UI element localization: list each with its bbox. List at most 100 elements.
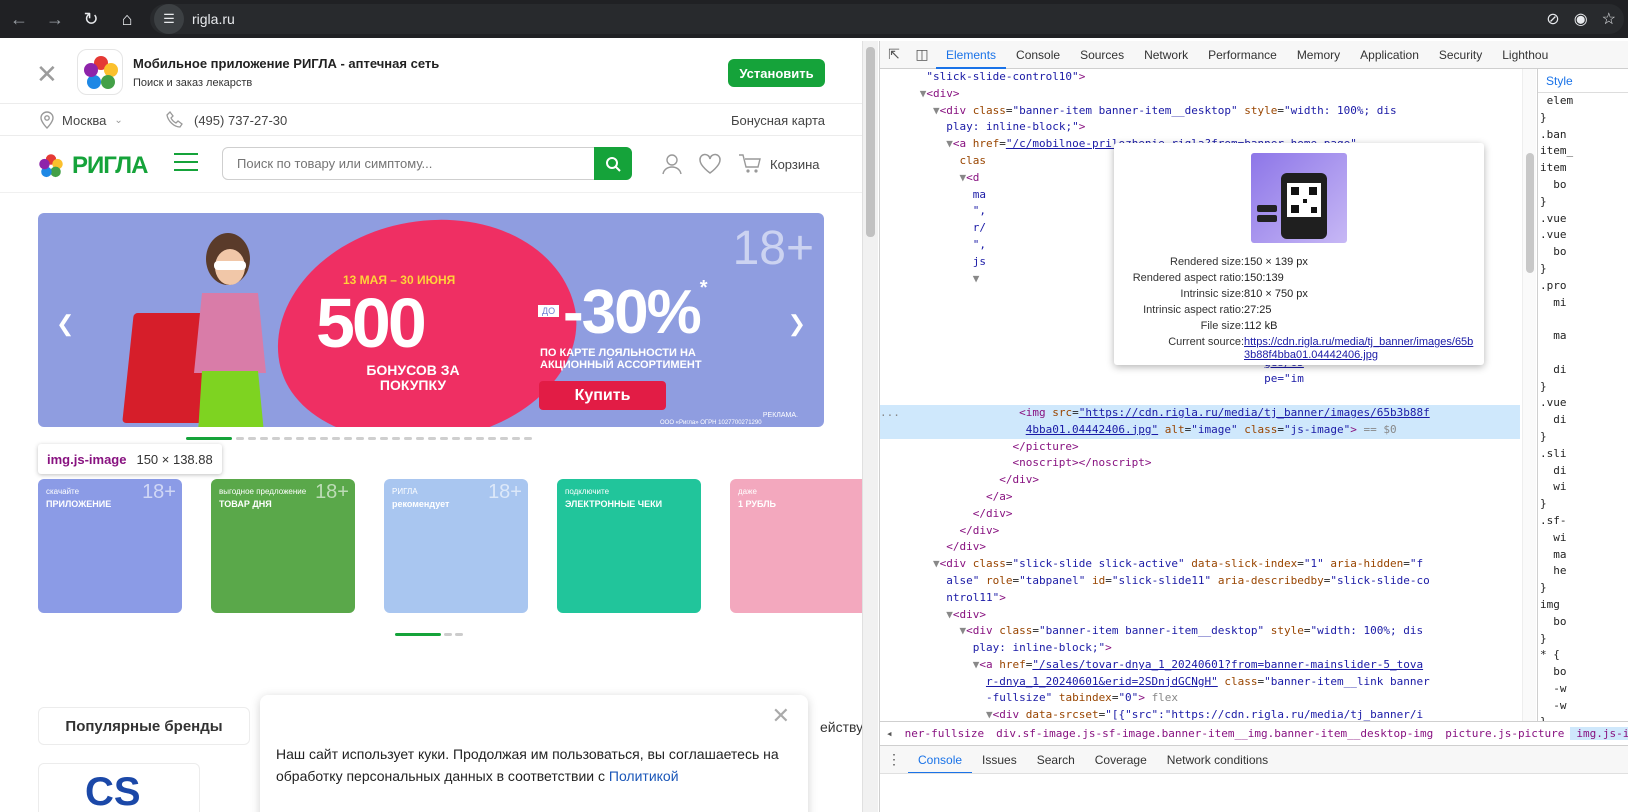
pagination-dot[interactable] (332, 437, 340, 440)
eye-off-icon[interactable]: ⊘ (1546, 9, 1559, 29)
phone-number[interactable]: (495) 737-27-30 (194, 113, 287, 128)
banner-bonus-number: 500 (316, 284, 427, 362)
pagination-dot[interactable] (428, 437, 436, 440)
promo-tile[interactable]: РИГЛА рекомендует 18+ (384, 479, 528, 613)
site-logo[interactable]: РИГЛА (36, 151, 148, 181)
menu-burger-icon[interactable] (174, 153, 198, 171)
brand-logo-text: CS (85, 770, 141, 812)
drawer-tab[interactable]: Console (908, 746, 973, 774)
search-button[interactable] (594, 147, 632, 180)
search-input[interactable] (223, 148, 594, 179)
devtools-tab[interactable]: Lighthou (1492, 41, 1558, 69)
promo-tile[interactable]: даже 1 РУБЛЬ (730, 479, 862, 613)
pagination-dot[interactable] (440, 437, 448, 440)
tracking-icon[interactable]: ◉ (1574, 9, 1588, 29)
cart-label[interactable]: Корзина (770, 157, 820, 172)
console-drawer (880, 773, 1628, 812)
pagination-dot[interactable] (248, 437, 256, 440)
pagination-dot[interactable] (308, 437, 316, 440)
pagination-dot[interactable] (500, 437, 508, 440)
page-scrollbar[interactable] (862, 41, 878, 812)
url-text[interactable]: rigla.ru (192, 11, 235, 27)
drawer-tab[interactable]: Coverage (1085, 746, 1157, 774)
banner-buy-button[interactable]: Купить (539, 381, 666, 410)
phone-link[interactable]: (495) 737-27-30 (166, 111, 287, 129)
pagination-dot[interactable] (512, 437, 520, 440)
city-label[interactable]: Москва (62, 113, 106, 128)
devtools-tab[interactable]: Console (1006, 41, 1070, 69)
breadcrumb-item[interactable]: img.js-image (1570, 727, 1628, 740)
more-tools-icon[interactable]: ⋮ (880, 751, 908, 768)
devtools-tab[interactable]: Application (1350, 41, 1429, 69)
rendered-size-value: 150 × 139 px (1244, 256, 1308, 268)
address-bar[interactable]: ☰ rigla.ru ⊘ ◉ ☆ (150, 4, 1624, 34)
pagination-dot[interactable] (344, 437, 352, 440)
promo-tile[interactable]: подключите ЭЛЕКТРОННЫЕ ЧЕКИ (557, 479, 701, 613)
devtools-tab[interactable]: Memory (1287, 41, 1350, 69)
breadcrumb-item[interactable]: ner-fullsize (899, 727, 990, 740)
popular-brands-tab[interactable]: Популярные бренды (38, 707, 250, 745)
home-icon[interactable]: ⌂ (110, 2, 144, 36)
brands-right-text[interactable]: ействую (820, 719, 862, 735)
pagination-dot[interactable] (524, 437, 532, 440)
phone-icon (166, 111, 183, 128)
pagination-dot[interactable] (320, 437, 328, 440)
heart-icon[interactable] (698, 153, 722, 175)
site-info-icon[interactable]: ☰ (154, 4, 184, 34)
bonus-card-link[interactable]: Бонусная карта (731, 113, 825, 128)
reload-icon[interactable]: ↻ (74, 2, 108, 36)
pagination-dot[interactable] (260, 437, 268, 440)
pagination-dot[interactable] (186, 437, 232, 440)
cookie-body: Наш сайт использует куки. Продолжая им п… (276, 746, 779, 784)
breadcrumb-scroll-left-icon[interactable]: ◂ (880, 727, 899, 740)
devtools-tab[interactable]: Network (1134, 41, 1198, 69)
pagination-dot[interactable] (416, 437, 424, 440)
elements-scrollbar[interactable] (1522, 69, 1536, 737)
device-toolbar-icon[interactable]: ◫ (908, 46, 936, 63)
forward-icon[interactable]: → (38, 2, 72, 36)
breadcrumb-item[interactable]: div.sf-image.js-sf-image.banner-item__im… (990, 727, 1439, 740)
devtools-tab[interactable]: Performance (1198, 41, 1287, 69)
back-icon[interactable]: ← (2, 2, 36, 36)
pagination-dot[interactable] (404, 437, 412, 440)
slider-next-icon[interactable]: ❯ (788, 311, 806, 337)
cookie-policy-link[interactable]: Политикой (609, 768, 679, 784)
close-icon[interactable]: ✕ (36, 59, 58, 90)
devtools-tab[interactable]: Elements (936, 41, 1007, 69)
install-button[interactable]: Установить (728, 59, 825, 87)
pagination-dot[interactable] (392, 437, 400, 440)
promo-tile[interactable]: выгодное предложение ТОВАР ДНЯ 18+ (211, 479, 355, 613)
banner-bonus-text: БОНУСОВ ЗА ПОКУПКУ (366, 362, 460, 393)
drawer-tab[interactable]: Issues (972, 746, 1027, 774)
pagination-dot[interactable] (236, 437, 244, 440)
pagination-dot[interactable] (272, 437, 280, 440)
pagination-dot[interactable] (488, 437, 496, 440)
city-selector[interactable]: Москва ⌄ (40, 111, 123, 129)
pagination-dot[interactable] (476, 437, 484, 440)
breadcrumb-item[interactable]: picture.js-picture (1439, 727, 1570, 740)
styles-tab[interactable]: Style (1538, 69, 1628, 93)
devtools-tab[interactable]: Security (1429, 41, 1492, 69)
pagination-dot[interactable] (368, 437, 376, 440)
inspect-element-icon[interactable]: ⇱ (880, 46, 908, 63)
cart-icon[interactable] (738, 153, 762, 175)
slider-prev-icon[interactable]: ❮ (56, 311, 74, 337)
current-source-link[interactable]: https://cdn.rigla.ru/media/tj_banner/ima… (1244, 336, 1474, 362)
pagination-dot[interactable] (380, 437, 388, 440)
drawer-tab[interactable]: Search (1027, 746, 1085, 774)
pagination-dot[interactable] (284, 437, 292, 440)
pagination-dot[interactable] (452, 437, 460, 440)
drawer-tab[interactable]: Network conditions (1157, 746, 1278, 774)
promo-tiles: скачайте ПРИЛОЖЕНИЕ 18+ выгодное предложени… (38, 479, 862, 613)
rigla-flower-icon (39, 154, 63, 178)
pagination-dot[interactable] (356, 437, 364, 440)
promo-banner[interactable]: 18+ 13 МАЯ – 30 ИЮНЯ 500 БОНУСОВ ЗА ПОКУ… (38, 213, 824, 427)
pagination-dot[interactable] (296, 437, 304, 440)
promo-tile[interactable]: скачайте ПРИЛОЖЕНИЕ 18+ (38, 479, 182, 613)
close-icon[interactable]: ✕ (772, 703, 790, 729)
brand-logo-card[interactable]: CS (38, 763, 200, 812)
pagination-dot[interactable] (464, 437, 472, 440)
bookmark-star-icon[interactable]: ☆ (1602, 9, 1616, 29)
user-icon[interactable] (662, 153, 682, 175)
devtools-tab[interactable]: Sources (1070, 41, 1134, 69)
